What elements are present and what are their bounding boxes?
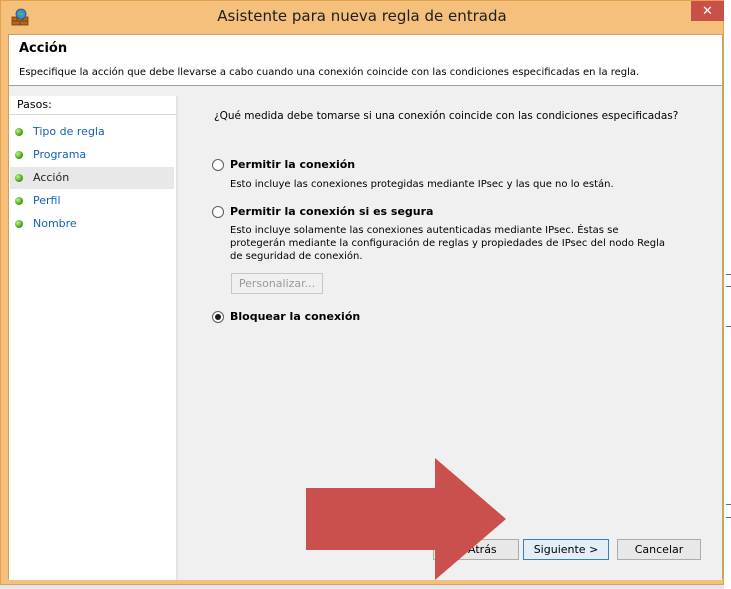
steps-title: Pasos: [9, 96, 176, 115]
page-description: Especifique la acción que debe llevarse … [19, 67, 640, 78]
step-programa[interactable]: Programa [10, 144, 174, 166]
step-current-icon [15, 174, 23, 182]
step-label: Acción [33, 171, 70, 184]
window-title: Asistente para nueva regla de entrada [217, 7, 507, 25]
step-perfil[interactable]: Perfil [10, 190, 174, 212]
radio-permitir-segura[interactable] [212, 206, 224, 218]
cancel-button[interactable]: Cancelar [617, 539, 701, 560]
radio-bloquear[interactable] [212, 311, 224, 323]
action-question: ¿Qué medida debe tomarse si una conexión… [214, 110, 679, 122]
option-bloquear-label[interactable]: Bloquear la conexión [230, 310, 360, 323]
title-bar[interactable]: Asistente para nueva regla de entrada ✕ [1, 1, 724, 34]
option-permitir-description: Esto incluye las conexiones protegidas m… [230, 179, 614, 190]
close-button[interactable]: ✕ [691, 1, 724, 21]
option-permitir-segura-label[interactable]: Permitir la conexión si es segura [230, 205, 433, 218]
radio-selected-dot [215, 314, 221, 320]
step-label: Tipo de regla [33, 125, 105, 138]
page-header: Acción Especifique la acción que debe ll… [9, 35, 722, 86]
step-complete-icon [15, 151, 23, 159]
step-nombre[interactable]: Nombre [10, 213, 174, 235]
option-permitir-segura-description: Esto incluye solamente las conexiones au… [230, 225, 666, 262]
next-button[interactable]: Siguiente > [523, 539, 609, 560]
option-permitir-label[interactable]: Permitir la conexión [230, 158, 355, 171]
step-label: Programa [33, 148, 87, 161]
step-tipo-de-regla[interactable]: Tipo de regla [10, 121, 174, 143]
close-icon: ✕ [702, 3, 713, 19]
page-title: Acción [19, 41, 68, 56]
red-arrow-annotation [306, 458, 506, 580]
step-complete-icon [15, 128, 23, 136]
step-pending-icon [15, 220, 23, 228]
radio-permitir[interactable] [212, 159, 224, 171]
step-accion[interactable]: Acción [10, 167, 174, 189]
step-label: Perfil [33, 194, 61, 207]
steps-panel: Pasos: Tipo de regla Programa Acción Per… [9, 96, 176, 580]
background-window-edge [724, 0, 731, 589]
step-label: Nombre [33, 217, 77, 230]
customize-button[interactable]: Personalizar... [231, 273, 323, 294]
step-pending-icon [15, 197, 23, 205]
